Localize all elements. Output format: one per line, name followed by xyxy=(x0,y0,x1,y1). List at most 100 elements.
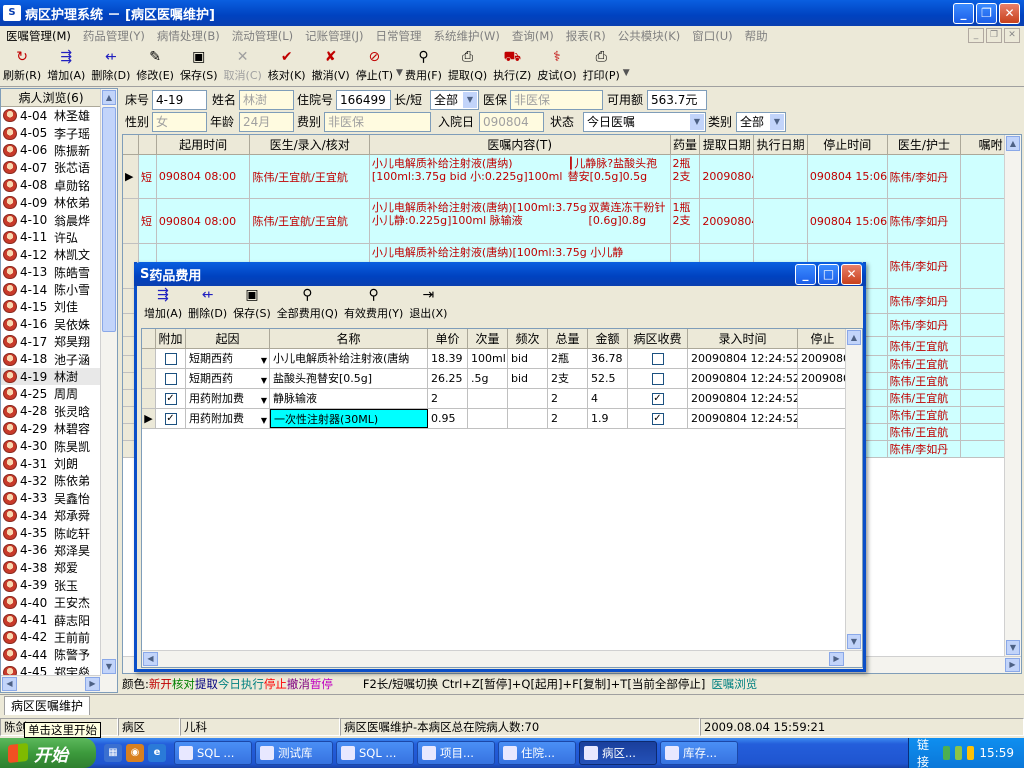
dialog-toolbar-button-2[interactable]: ▣ 保存(S) xyxy=(230,287,274,324)
toolbar-button-13[interactable]: ⎙ 打印(P) xyxy=(580,49,623,86)
balance-field[interactable]: 563.7元 xyxy=(647,90,707,110)
sex-field[interactable]: 女 xyxy=(152,112,207,132)
close-button[interactable]: ✕ xyxy=(999,3,1020,24)
dropdown-arrow-icon[interactable]: ▼ xyxy=(261,391,267,408)
dialog-toolbar-button-3[interactable]: ⚲ 全部费用(Q) xyxy=(274,287,341,324)
legend-browse[interactable]: 医嘱浏览 xyxy=(711,677,757,691)
fee-col-header[interactable]: 录入时间 xyxy=(688,329,798,348)
addon-checkbox[interactable] xyxy=(164,373,177,385)
toolbar-button-2[interactable]: ⇷ 删除(D) xyxy=(88,49,133,86)
toolbar-button-1[interactable]: ⇶ 增加(A) xyxy=(44,49,88,86)
patient-row[interactable]: 4-15 刘佳 xyxy=(1,298,101,315)
clock[interactable]: 15:59 xyxy=(979,746,1014,760)
mdi-minimize-button[interactable]: _ xyxy=(968,28,984,43)
menu-item-1[interactable]: 药品管理(Y) xyxy=(77,28,151,44)
fee-col-header[interactable]: 金额 xyxy=(588,329,628,348)
task-button[interactable]: SQL ... xyxy=(336,741,414,765)
admit-date-field[interactable]: 090804 xyxy=(479,112,544,132)
toolbar-button-7[interactable]: ✘ 撤消(V) xyxy=(309,49,353,86)
menu-item-4[interactable]: 记账管理(J) xyxy=(299,28,369,44)
toolbar-button-3[interactable]: ✎ 修改(E) xyxy=(133,49,177,86)
task-button[interactable]: 病区... xyxy=(579,741,657,765)
patient-row[interactable]: 4-16 吴依姝 xyxy=(1,316,101,333)
patient-row[interactable]: 4-31 刘朗 xyxy=(1,455,101,472)
task-button[interactable]: 库存... xyxy=(660,741,738,765)
patient-row[interactable]: 4-35 陈屹轩 xyxy=(1,524,101,541)
dropdown-arrow-icon[interactable]: ▼ xyxy=(261,411,267,428)
mdi-close-button[interactable]: ✕ xyxy=(1004,28,1020,43)
toolbar-button-9[interactable]: ⚲ 费用(F) xyxy=(402,49,445,86)
fee-row[interactable]: ▶ ✓ 用药附加费 ▼ 一次性注射器(30ML) 0.95 2 1.9 ✓ 20090804 12… xyxy=(142,409,862,429)
menu-item-10[interactable]: 窗口(U) xyxy=(686,28,738,44)
orders-col-header[interactable]: 提取日期 xyxy=(700,135,755,154)
fee-cause[interactable]: 短期西药 ▼ xyxy=(186,369,270,388)
orders-col-header[interactable] xyxy=(139,135,157,154)
fee-col-header[interactable]: 停止 xyxy=(798,329,848,348)
browser-icon[interactable]: e xyxy=(148,744,166,762)
fee-col-header[interactable]: 起因 xyxy=(186,329,270,348)
dialog-maximize-button[interactable]: □ xyxy=(818,264,839,285)
patient-row[interactable]: 4-29 林碧容 xyxy=(1,420,101,437)
orders-col-header[interactable]: 起用时间 xyxy=(157,135,251,154)
fee-name[interactable]: 静脉输液 xyxy=(270,389,428,408)
scroll-thumb[interactable] xyxy=(102,107,116,332)
fee-type-field[interactable]: 非医保 xyxy=(324,112,431,132)
menu-item-2[interactable]: 病情处理(B) xyxy=(151,28,226,44)
orders-grid-scrollbar[interactable]: ▲ ▼ xyxy=(1004,135,1021,656)
toolbar-button-8[interactable]: ⊘ 停止(T) xyxy=(353,49,396,86)
dialog-toolbar-button-5[interactable]: ⇥ 退出(X) xyxy=(406,287,450,324)
toolbar-button-12[interactable]: ⚕ 皮试(O) xyxy=(534,49,579,86)
task-button[interactable]: 测试库 xyxy=(255,741,333,765)
toolbar-button-4[interactable]: ▣ 保存(S) xyxy=(177,49,221,86)
dialog-toolbar-button-1[interactable]: ⇷ 删除(D) xyxy=(185,287,230,324)
scroll-up-icon[interactable]: ▲ xyxy=(847,330,861,345)
scroll-left-icon[interactable]: ◀ xyxy=(143,652,158,666)
fee-name[interactable]: 盐酸头孢替安[0.5g] xyxy=(270,369,428,388)
addon-checkbox[interactable]: ✓ xyxy=(164,413,177,425)
admission-field[interactable]: 166499 xyxy=(336,90,391,110)
fee-col-header[interactable]: 单价 xyxy=(428,329,468,348)
menu-item-0[interactable]: 医嘱管理(M) xyxy=(0,28,77,44)
orders-col-header[interactable]: 医生/录入/核对 xyxy=(250,135,370,154)
patient-row[interactable]: 4-10 翁晨烨 xyxy=(1,211,101,228)
patient-row[interactable]: 4-25 周周 xyxy=(1,385,101,402)
ward-fee-checkbox[interactable] xyxy=(651,373,664,385)
state-select[interactable]: 今日医嘱 xyxy=(583,112,706,132)
media-icon[interactable]: ◉ xyxy=(126,744,144,762)
fee-row[interactable]: 短期西药 ▼ 小儿电解质补给注射液(唐纳 18.39 100ml bid 2瓶 36.78 20… xyxy=(142,349,862,369)
fee-row[interactable]: 短期西药 ▼ 盐酸头孢替安[0.5g] 26.25.5g bid 2支 52.5 200908… xyxy=(142,369,862,389)
dropdown-arrow-icon[interactable]: ▼ xyxy=(261,351,267,368)
toolbar-button-0[interactable]: ↻ 刷新(R) xyxy=(0,49,44,86)
dropdown-arrow-icon[interactable]: ▼ xyxy=(261,371,267,388)
network-icon[interactable] xyxy=(942,746,950,760)
menu-item-11[interactable]: 帮助 xyxy=(739,28,774,44)
patient-row[interactable]: 4-33 吴鑫怡 xyxy=(1,490,101,507)
patient-row[interactable]: 4-42 王前前 xyxy=(1,629,101,646)
toolbar-button-11[interactable]: ⛟ 执行(Z) xyxy=(490,49,534,86)
patient-row[interactable]: 4-44 陈警予 xyxy=(1,646,101,663)
patient-row[interactable]: 4-30 陈昊凯 xyxy=(1,437,101,454)
age-field[interactable]: 24月 xyxy=(239,112,294,132)
scroll-down-icon[interactable]: ▼ xyxy=(1006,640,1020,655)
dialog-minimize-button[interactable]: _ xyxy=(795,264,816,285)
orders-col-header[interactable]: 执行日期 xyxy=(754,135,808,154)
security-icon[interactable] xyxy=(954,746,963,760)
patient-row[interactable]: 4-39 张玉 xyxy=(1,577,101,594)
dialog-toolbar-button-0[interactable]: ⇶ 增加(A) xyxy=(141,287,185,324)
patient-list-scrollbar[interactable]: ▲ ▼ xyxy=(100,89,117,692)
minimize-button[interactable]: _ xyxy=(953,3,974,24)
patient-row[interactable]: 4-14 陈小雪 xyxy=(1,281,101,298)
patient-row[interactable]: 4-06 陈振新 xyxy=(1,142,101,159)
patient-row[interactable]: 4-07 张芯语 xyxy=(1,159,101,176)
order-row[interactable]: 短 090804 08:00 陈伟/王宜航/王宜航 小儿电解质补给注射液(唐纳)[10… xyxy=(123,199,1021,244)
menu-item-8[interactable]: 报表(R) xyxy=(560,28,612,44)
scroll-down-icon[interactable]: ▼ xyxy=(847,634,861,649)
patient-row[interactable]: 4-04 林圣雄 xyxy=(1,107,101,124)
dropdown-arrow-icon[interactable]: ▼ xyxy=(623,68,630,78)
type-select[interactable]: 全部 xyxy=(430,90,479,110)
scroll-up-icon[interactable]: ▲ xyxy=(102,90,116,105)
addon-checkbox[interactable] xyxy=(164,353,177,365)
update-icon[interactable] xyxy=(967,746,975,760)
patient-row[interactable]: 4-36 郑泽昊 xyxy=(1,542,101,559)
scroll-right-icon[interactable]: ▶ xyxy=(829,652,844,666)
